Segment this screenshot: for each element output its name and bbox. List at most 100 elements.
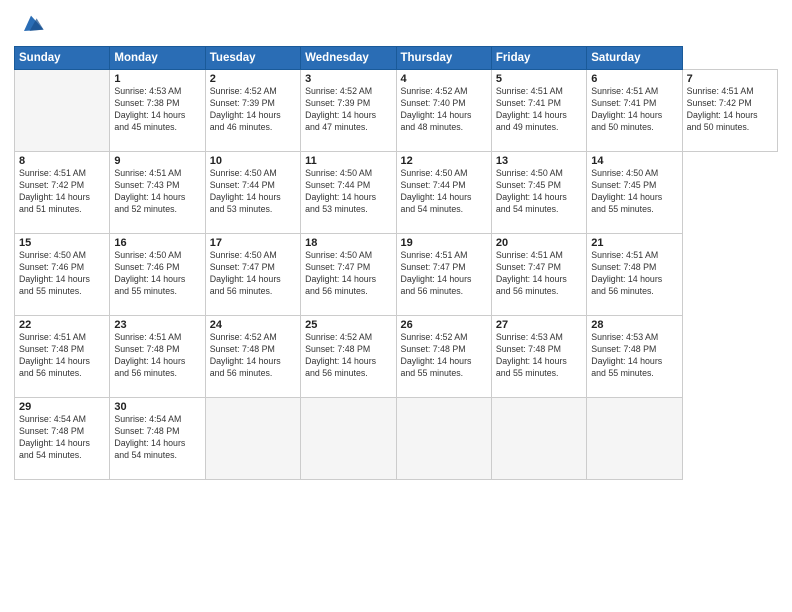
- day-info: Sunrise: 4:50 AM Sunset: 7:47 PM Dayligh…: [210, 250, 296, 298]
- day-number: 23: [114, 319, 200, 331]
- logo-icon: [17, 10, 45, 38]
- calendar-cell: 9Sunrise: 4:51 AM Sunset: 7:43 PM Daylig…: [110, 152, 205, 234]
- day-number: 19: [401, 237, 487, 249]
- day-info: Sunrise: 4:52 AM Sunset: 7:39 PM Dayligh…: [210, 86, 296, 134]
- calendar-cell: 19Sunrise: 4:51 AM Sunset: 7:47 PM Dayli…: [396, 234, 491, 316]
- header-sunday: Sunday: [15, 47, 110, 70]
- calendar-cell: 20Sunrise: 4:51 AM Sunset: 7:47 PM Dayli…: [491, 234, 586, 316]
- calendar-cell: 16Sunrise: 4:50 AM Sunset: 7:46 PM Dayli…: [110, 234, 205, 316]
- day-info: Sunrise: 4:50 AM Sunset: 7:44 PM Dayligh…: [401, 168, 487, 216]
- day-info: Sunrise: 4:52 AM Sunset: 7:48 PM Dayligh…: [305, 332, 391, 380]
- day-info: Sunrise: 4:50 AM Sunset: 7:46 PM Dayligh…: [19, 250, 105, 298]
- calendar-cell: 22Sunrise: 4:51 AM Sunset: 7:48 PM Dayli…: [15, 316, 110, 398]
- calendar-cell: 5Sunrise: 4:51 AM Sunset: 7:41 PM Daylig…: [491, 70, 586, 152]
- calendar-cell: 18Sunrise: 4:50 AM Sunset: 7:47 PM Dayli…: [301, 234, 396, 316]
- header-thursday: Thursday: [396, 47, 491, 70]
- day-number: 26: [401, 319, 487, 331]
- day-info: Sunrise: 4:50 AM Sunset: 7:45 PM Dayligh…: [496, 168, 582, 216]
- day-info: Sunrise: 4:54 AM Sunset: 7:48 PM Dayligh…: [19, 414, 105, 462]
- day-info: Sunrise: 4:53 AM Sunset: 7:48 PM Dayligh…: [591, 332, 677, 380]
- day-info: Sunrise: 4:51 AM Sunset: 7:41 PM Dayligh…: [496, 86, 582, 134]
- day-info: Sunrise: 4:51 AM Sunset: 7:41 PM Dayligh…: [591, 86, 677, 134]
- week-row-2: 15Sunrise: 4:50 AM Sunset: 7:46 PM Dayli…: [15, 234, 778, 316]
- day-info: Sunrise: 4:53 AM Sunset: 7:38 PM Dayligh…: [114, 86, 200, 134]
- calendar-cell: 11Sunrise: 4:50 AM Sunset: 7:44 PM Dayli…: [301, 152, 396, 234]
- day-number: 9: [114, 155, 200, 167]
- day-number: 13: [496, 155, 582, 167]
- day-info: Sunrise: 4:52 AM Sunset: 7:48 PM Dayligh…: [401, 332, 487, 380]
- day-number: 30: [114, 401, 200, 413]
- calendar-cell: 3Sunrise: 4:52 AM Sunset: 7:39 PM Daylig…: [301, 70, 396, 152]
- calendar-cell: 30Sunrise: 4:54 AM Sunset: 7:48 PM Dayli…: [110, 398, 205, 480]
- day-number: 2: [210, 73, 296, 85]
- day-number: 8: [19, 155, 105, 167]
- calendar-header-row: SundayMondayTuesdayWednesdayThursdayFrid…: [15, 47, 778, 70]
- week-row-1: 8Sunrise: 4:51 AM Sunset: 7:42 PM Daylig…: [15, 152, 778, 234]
- day-number: 7: [687, 73, 773, 85]
- day-number: 12: [401, 155, 487, 167]
- day-info: Sunrise: 4:50 AM Sunset: 7:44 PM Dayligh…: [210, 168, 296, 216]
- day-number: 3: [305, 73, 391, 85]
- day-info: Sunrise: 4:53 AM Sunset: 7:48 PM Dayligh…: [496, 332, 582, 380]
- day-number: 20: [496, 237, 582, 249]
- day-info: Sunrise: 4:51 AM Sunset: 7:42 PM Dayligh…: [687, 86, 773, 134]
- day-number: 25: [305, 319, 391, 331]
- calendar-cell: 14Sunrise: 4:50 AM Sunset: 7:45 PM Dayli…: [587, 152, 682, 234]
- calendar-cell: 10Sunrise: 4:50 AM Sunset: 7:44 PM Dayli…: [205, 152, 300, 234]
- day-info: Sunrise: 4:51 AM Sunset: 7:43 PM Dayligh…: [114, 168, 200, 216]
- page: SundayMondayTuesdayWednesdayThursdayFrid…: [0, 0, 792, 612]
- day-info: Sunrise: 4:51 AM Sunset: 7:48 PM Dayligh…: [19, 332, 105, 380]
- calendar-cell: [396, 398, 491, 480]
- header-monday: Monday: [110, 47, 205, 70]
- calendar-cell: 21Sunrise: 4:51 AM Sunset: 7:48 PM Dayli…: [587, 234, 682, 316]
- calendar-cell: 8Sunrise: 4:51 AM Sunset: 7:42 PM Daylig…: [15, 152, 110, 234]
- day-number: 1: [114, 73, 200, 85]
- calendar-cell: 24Sunrise: 4:52 AM Sunset: 7:48 PM Dayli…: [205, 316, 300, 398]
- day-info: Sunrise: 4:52 AM Sunset: 7:39 PM Dayligh…: [305, 86, 391, 134]
- day-info: Sunrise: 4:50 AM Sunset: 7:46 PM Dayligh…: [114, 250, 200, 298]
- day-number: 4: [401, 73, 487, 85]
- calendar-cell: [205, 398, 300, 480]
- day-info: Sunrise: 4:54 AM Sunset: 7:48 PM Dayligh…: [114, 414, 200, 462]
- calendar-cell: 13Sunrise: 4:50 AM Sunset: 7:45 PM Dayli…: [491, 152, 586, 234]
- calendar-cell: 6Sunrise: 4:51 AM Sunset: 7:41 PM Daylig…: [587, 70, 682, 152]
- day-number: 6: [591, 73, 677, 85]
- day-info: Sunrise: 4:52 AM Sunset: 7:40 PM Dayligh…: [401, 86, 487, 134]
- calendar-cell: 25Sunrise: 4:52 AM Sunset: 7:48 PM Dayli…: [301, 316, 396, 398]
- calendar-cell: 7Sunrise: 4:51 AM Sunset: 7:42 PM Daylig…: [682, 70, 777, 152]
- calendar-cell: 28Sunrise: 4:53 AM Sunset: 7:48 PM Dayli…: [587, 316, 682, 398]
- day-info: Sunrise: 4:50 AM Sunset: 7:47 PM Dayligh…: [305, 250, 391, 298]
- day-info: Sunrise: 4:51 AM Sunset: 7:47 PM Dayligh…: [496, 250, 582, 298]
- day-number: 24: [210, 319, 296, 331]
- calendar-cell: 12Sunrise: 4:50 AM Sunset: 7:44 PM Dayli…: [396, 152, 491, 234]
- calendar-cell: 1Sunrise: 4:53 AM Sunset: 7:38 PM Daylig…: [110, 70, 205, 152]
- day-number: 11: [305, 155, 391, 167]
- calendar-cell: [491, 398, 586, 480]
- day-info: Sunrise: 4:51 AM Sunset: 7:42 PM Dayligh…: [19, 168, 105, 216]
- day-number: 16: [114, 237, 200, 249]
- calendar-cell: 4Sunrise: 4:52 AM Sunset: 7:40 PM Daylig…: [396, 70, 491, 152]
- day-number: 29: [19, 401, 105, 413]
- day-number: 10: [210, 155, 296, 167]
- day-info: Sunrise: 4:52 AM Sunset: 7:48 PM Dayligh…: [210, 332, 296, 380]
- header-wednesday: Wednesday: [301, 47, 396, 70]
- day-number: 14: [591, 155, 677, 167]
- calendar-cell: 15Sunrise: 4:50 AM Sunset: 7:46 PM Dayli…: [15, 234, 110, 316]
- day-number: 15: [19, 237, 105, 249]
- calendar-cell: 29Sunrise: 4:54 AM Sunset: 7:48 PM Dayli…: [15, 398, 110, 480]
- day-number: 27: [496, 319, 582, 331]
- day-info: Sunrise: 4:51 AM Sunset: 7:48 PM Dayligh…: [591, 250, 677, 298]
- calendar-cell: 23Sunrise: 4:51 AM Sunset: 7:48 PM Dayli…: [110, 316, 205, 398]
- calendar-cell: 27Sunrise: 4:53 AM Sunset: 7:48 PM Dayli…: [491, 316, 586, 398]
- day-number: 17: [210, 237, 296, 249]
- calendar-cell: 2Sunrise: 4:52 AM Sunset: 7:39 PM Daylig…: [205, 70, 300, 152]
- day-info: Sunrise: 4:51 AM Sunset: 7:48 PM Dayligh…: [114, 332, 200, 380]
- day-number: 28: [591, 319, 677, 331]
- week-row-0: 1Sunrise: 4:53 AM Sunset: 7:38 PM Daylig…: [15, 70, 778, 152]
- day-info: Sunrise: 4:50 AM Sunset: 7:44 PM Dayligh…: [305, 168, 391, 216]
- day-number: 22: [19, 319, 105, 331]
- header-saturday: Saturday: [587, 47, 682, 70]
- calendar-table: SundayMondayTuesdayWednesdayThursdayFrid…: [14, 46, 778, 480]
- day-number: 21: [591, 237, 677, 249]
- logo: [14, 10, 45, 38]
